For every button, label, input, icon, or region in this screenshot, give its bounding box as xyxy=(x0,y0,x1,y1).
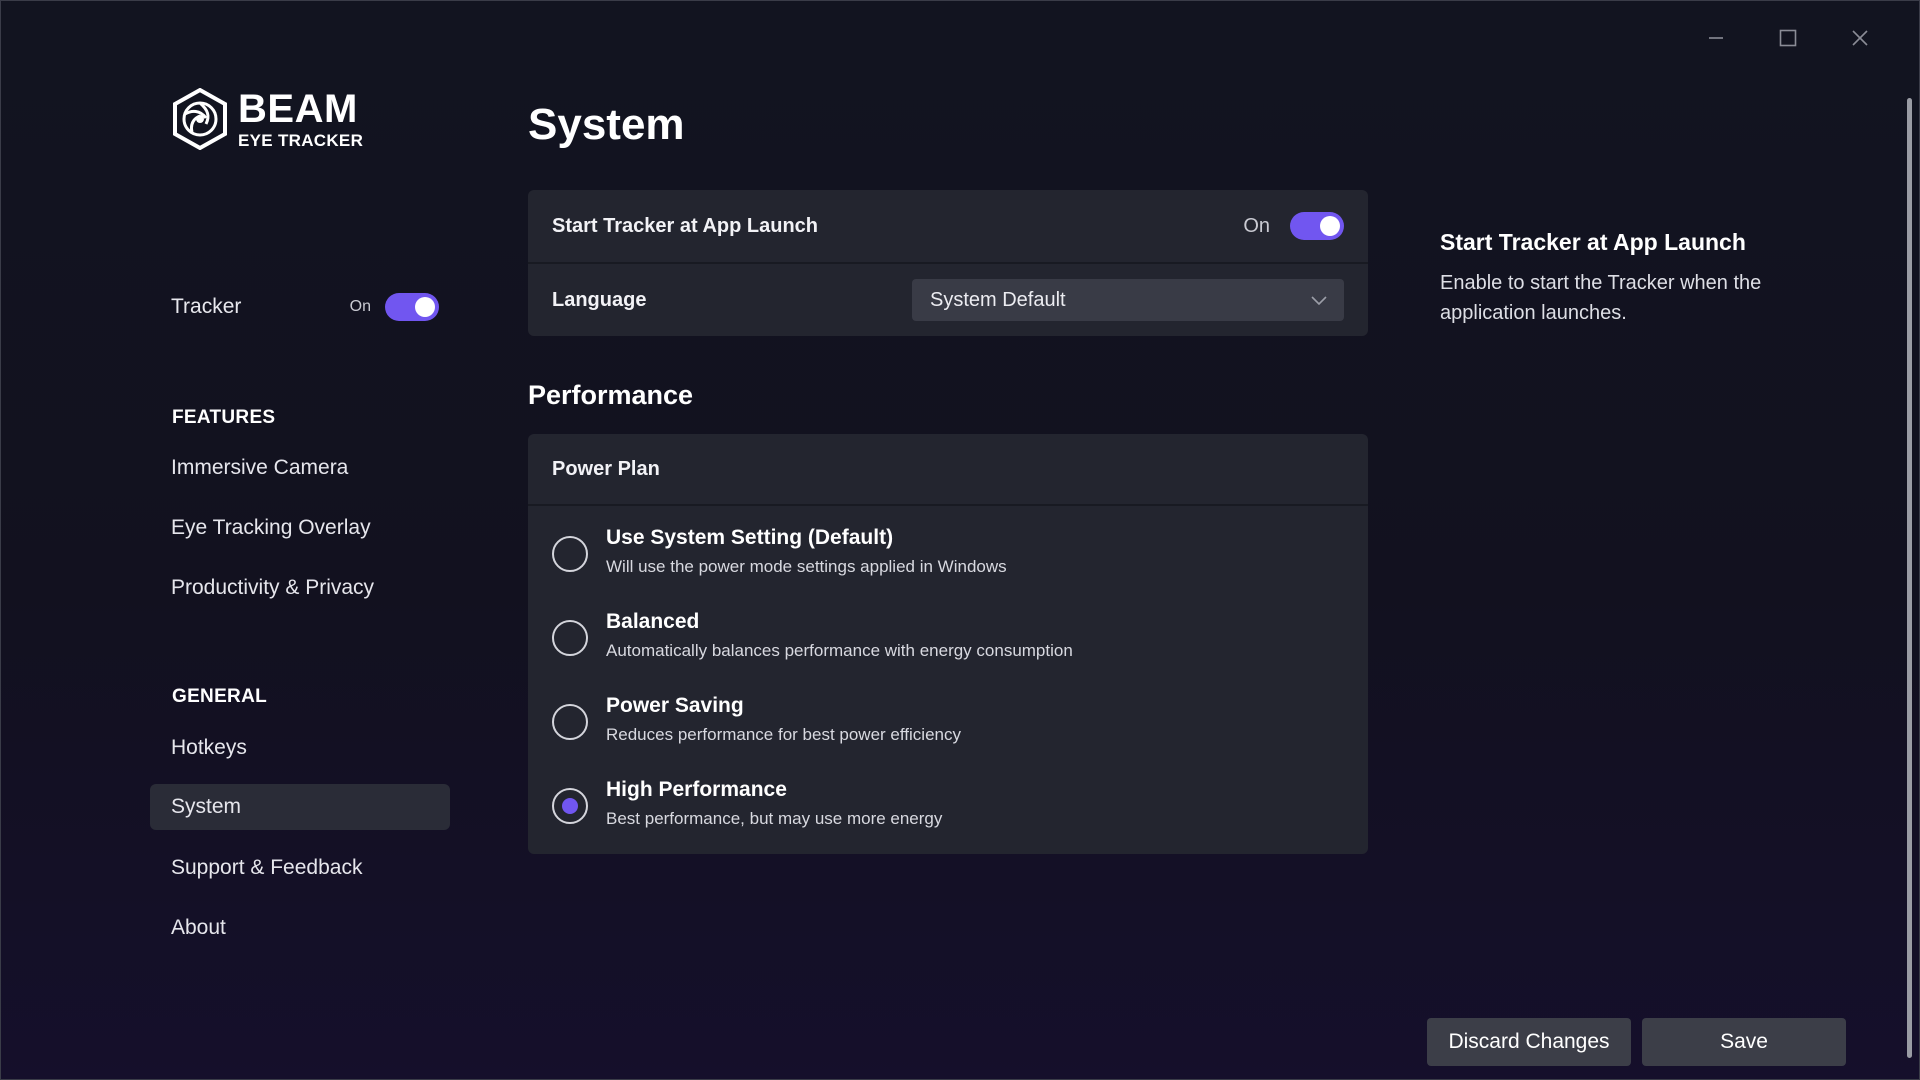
language-select[interactable]: System Default xyxy=(912,279,1344,321)
general-settings-card: Start Tracker at App Launch On Language … xyxy=(528,190,1368,336)
option-title: Use System Setting (Default) xyxy=(606,526,894,549)
toggle-knob xyxy=(415,297,435,317)
minimize-icon xyxy=(1709,37,1723,39)
radio-button-selected[interactable] xyxy=(552,788,588,824)
radio-button[interactable] xyxy=(552,620,588,656)
chevron-down-icon xyxy=(1311,296,1327,306)
maximize-button[interactable] xyxy=(1752,20,1824,56)
brand-logo: BEAM EYE TRACKER xyxy=(172,88,363,150)
radio-button[interactable] xyxy=(552,536,588,572)
power-option-balanced[interactable]: Balanced Automatically balances performa… xyxy=(552,610,1073,661)
sidebar-item-support-feedback[interactable]: Support & Feedback xyxy=(150,845,450,891)
info-panel-title: Start Tracker at App Launch xyxy=(1440,229,1746,255)
sidebar-item-about[interactable]: About xyxy=(150,905,450,951)
general-heading: GENERAL xyxy=(172,686,267,707)
discard-changes-button[interactable]: Discard Changes xyxy=(1427,1018,1631,1066)
aperture-logo-icon xyxy=(172,88,228,150)
radio-dot xyxy=(562,798,578,814)
performance-heading: Performance xyxy=(528,380,694,410)
minimize-button[interactable] xyxy=(1680,20,1752,56)
sidebar-item-productivity-privacy[interactable]: Productivity & Privacy xyxy=(150,565,450,611)
maximize-icon xyxy=(1779,29,1797,47)
sidebar-item-eye-tracking-overlay[interactable]: Eye Tracking Overlay xyxy=(150,505,450,551)
power-option-power-saving[interactable]: Power Saving Reduces performance for bes… xyxy=(552,694,961,745)
features-heading: FEATURES xyxy=(172,407,276,428)
start-tracker-toggle[interactable] xyxy=(1290,212,1344,240)
save-button[interactable]: Save xyxy=(1642,1018,1846,1066)
power-plan-header: Power Plan xyxy=(528,434,1368,506)
language-value: System Default xyxy=(930,288,1066,311)
tracker-label: Tracker xyxy=(171,295,242,318)
sidebar-item-system[interactable]: System xyxy=(150,784,450,830)
language-label: Language xyxy=(552,288,647,311)
option-title: Balanced xyxy=(606,610,700,633)
close-button[interactable] xyxy=(1824,20,1896,56)
start-tracker-label: Start Tracker at App Launch xyxy=(552,214,818,237)
start-tracker-row: Start Tracker at App Launch On xyxy=(528,190,1368,262)
option-description: Reduces performance for best power effic… xyxy=(606,725,961,744)
tracker-state-label: On xyxy=(349,298,371,315)
info-panel-description: Enable to start the Tracker when the app… xyxy=(1440,272,1762,324)
tracker-toggle-row: Tracker On xyxy=(171,290,439,324)
close-icon xyxy=(1852,30,1868,46)
sidebar-item-immersive-camera[interactable]: Immersive Camera xyxy=(150,445,450,491)
power-option-system-setting[interactable]: Use System Setting (Default) Will use th… xyxy=(552,526,1007,577)
window-controls xyxy=(1680,20,1896,56)
start-tracker-state-label: On xyxy=(1243,214,1270,237)
tracker-toggle[interactable] xyxy=(385,293,439,321)
option-description: Best performance, but may use more energ… xyxy=(606,809,943,828)
option-title: Power Saving xyxy=(606,694,744,717)
scrollbar[interactable] xyxy=(1907,98,1912,1058)
option-description: Automatically balances performance with … xyxy=(606,641,1073,660)
radio-button[interactable] xyxy=(552,704,588,740)
option-description: Will use the power mode settings applied… xyxy=(606,557,1007,576)
language-row: Language System Default xyxy=(528,264,1368,336)
power-plan-card: Power Plan Use System Setting (Default) … xyxy=(528,434,1368,854)
power-option-high-performance[interactable]: High Performance Best performance, but m… xyxy=(552,778,942,829)
page-title: System xyxy=(528,100,685,149)
brand-tagline: EYE TRACKER xyxy=(238,131,364,150)
sidebar-item-hotkeys[interactable]: Hotkeys xyxy=(150,725,450,771)
option-title: High Performance xyxy=(606,778,787,801)
brand-name: BEAM xyxy=(238,87,358,131)
toggle-knob xyxy=(1320,216,1340,236)
